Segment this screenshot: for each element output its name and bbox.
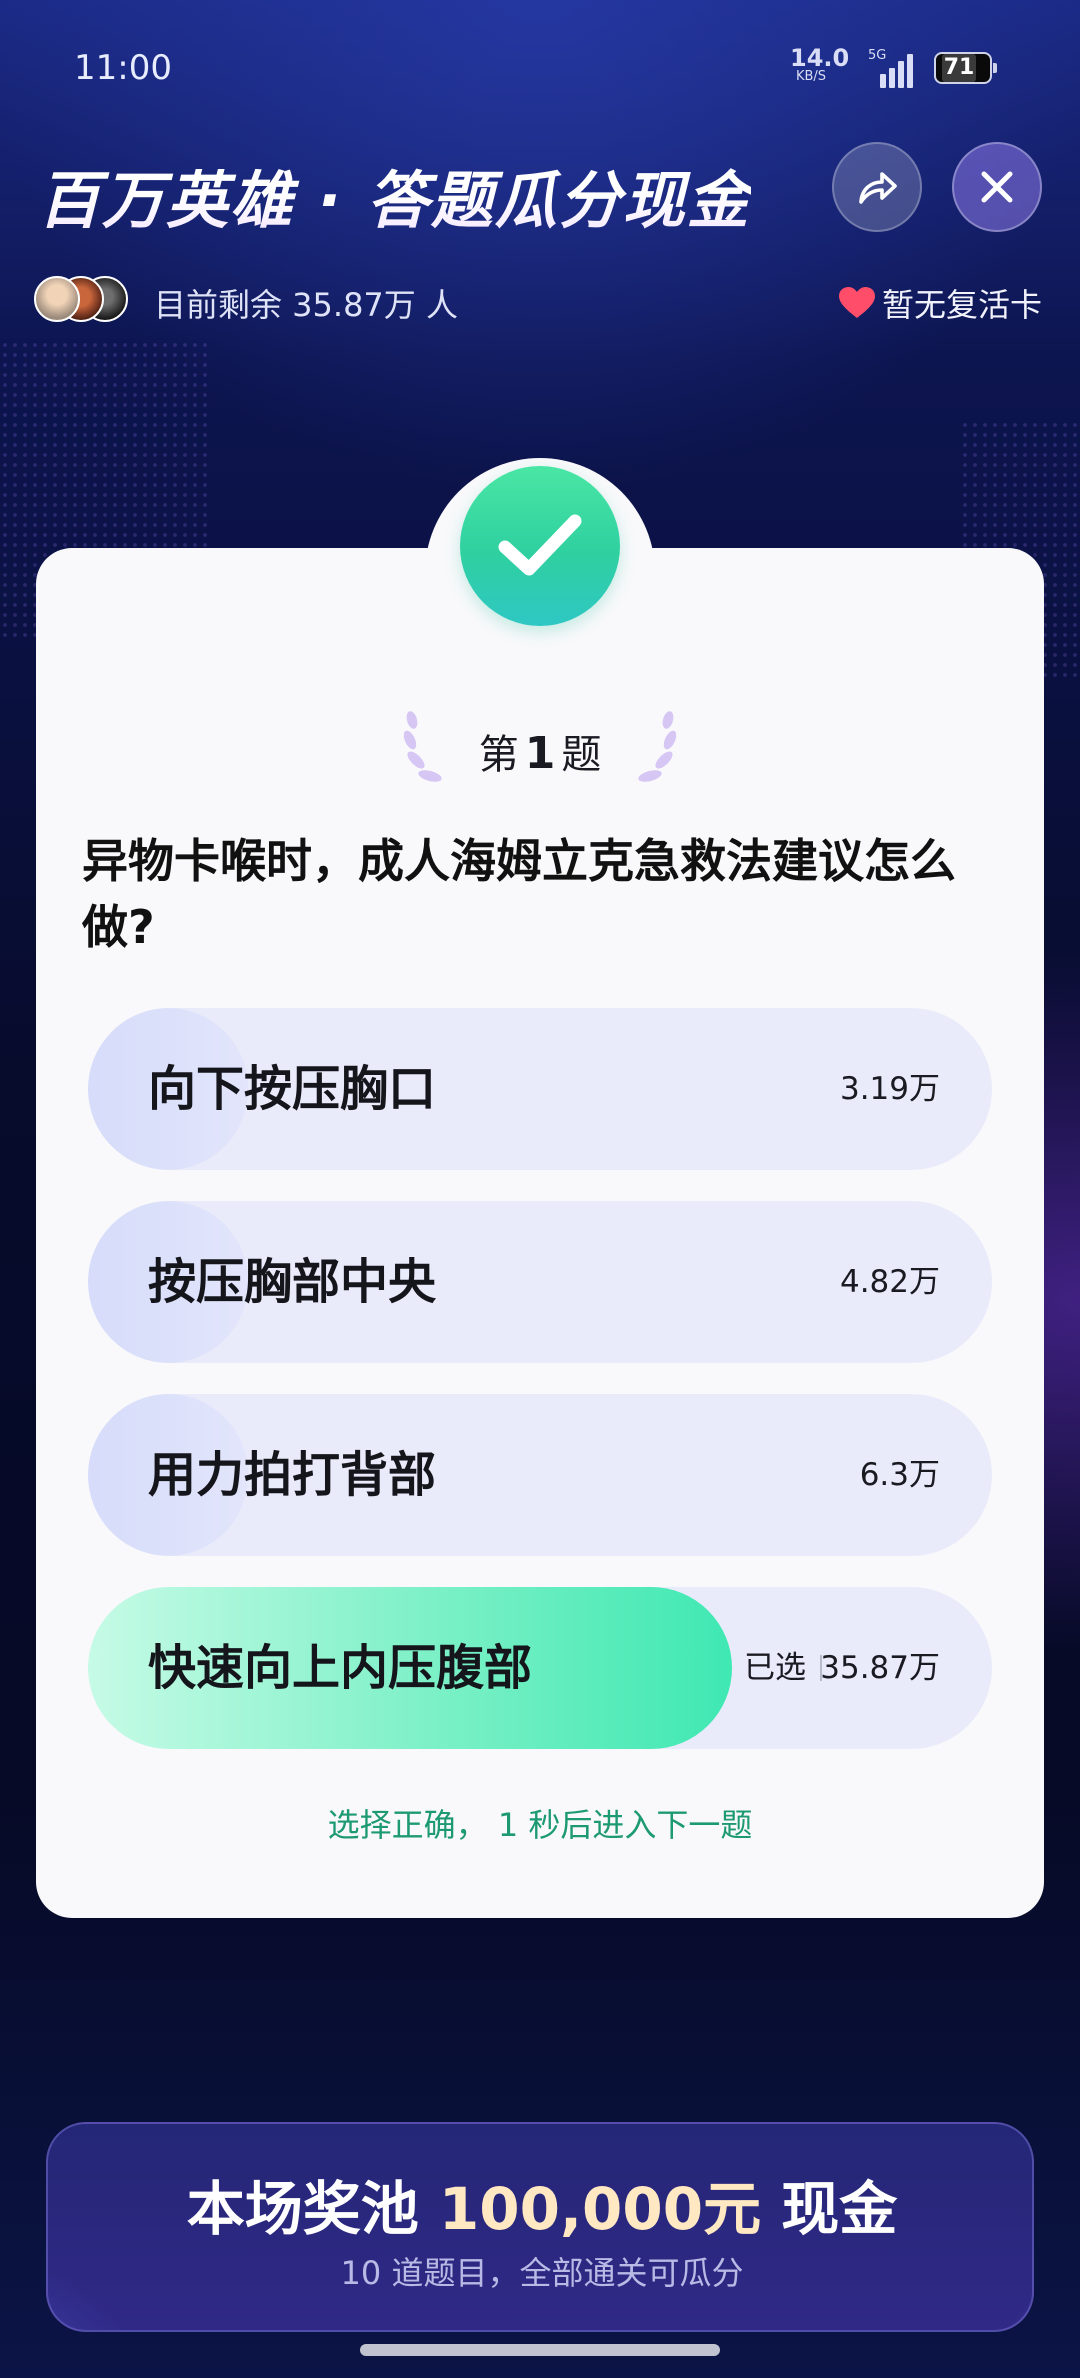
revive-card-label: 暂无复活卡 [881, 286, 1042, 324]
option-vote-count: 3.19万 [839, 1071, 940, 1107]
option-vote-count: 35.87万 [820, 1650, 940, 1686]
remaining-players: 目前剩余 35.87万 人 [154, 286, 458, 324]
share-icon [859, 172, 897, 204]
page-title: 百万英雄 · 答题瓜分现金 [38, 150, 751, 240]
network-type: 5G [868, 48, 887, 63]
status-time: 11:00 [74, 48, 172, 88]
option-label: 向下按压胸口 [148, 1061, 437, 1117]
question-number: 第1题 [0, 722, 1080, 780]
heart-icon [838, 287, 875, 318]
battery-level: 71 [942, 54, 976, 82]
close-icon [981, 171, 1013, 203]
prize-pool-panel: 本场奖池 100,000元 现金 10 道题目，全部通关可瓜分 [46, 2122, 1034, 2332]
revive-card-status[interactable]: 暂无复活卡 [838, 280, 1042, 326]
answer-option-4[interactable]: 快速向上内压腹部 已选 35.87万 [88, 1587, 992, 1749]
question-number-prefix: 第 [478, 732, 519, 778]
share-button[interactable] [832, 142, 922, 232]
result-hint: 选择正确， 1 秒后进入下一题 [327, 1806, 753, 1844]
home-indicator[interactable] [360, 2344, 720, 2356]
selected-badge: 已选 [744, 1650, 806, 1686]
question-number-value: 1 [524, 728, 556, 779]
battery-icon: 71 [934, 52, 997, 84]
participant-avatars [34, 276, 130, 326]
option-vote-count: 6.3万 [859, 1457, 940, 1493]
status-bar: 11:00 14.0 KB/S 5G 71 [0, 0, 1080, 130]
network-speed: 14.0 KB/S [790, 46, 849, 84]
network-speed-value: 14.0 [790, 44, 850, 72]
prize-pool-suffix: 现金 [781, 2175, 898, 2243]
avatar [34, 276, 80, 322]
prize-pool-title: 本场奖池 100,000元 现金 [48, 2162, 1032, 2246]
answer-option-1[interactable]: 向下按压胸口 3.19万 [88, 1008, 992, 1170]
close-button[interactable] [952, 142, 1042, 232]
signal-icon: 5G [868, 48, 916, 88]
option-label: 按压胸部中央 [148, 1254, 437, 1310]
checkmark-icon [498, 514, 582, 576]
question-number-suffix: 题 [561, 732, 602, 778]
correct-badge [460, 466, 620, 626]
answer-option-2[interactable]: 按压胸部中央 4.82万 [88, 1201, 992, 1363]
option-label: 快速向上内压腹部 [148, 1640, 533, 1696]
option-label: 用力拍打背部 [148, 1447, 437, 1503]
prize-pool-subtitle: 10 道题目，全部通关可瓜分 [340, 2254, 744, 2292]
prize-pool-prefix: 本场奖池 [186, 2175, 419, 2243]
question-text: 异物卡喉时，成人海姆立克急救法建议怎么做? [82, 834, 956, 954]
prize-pool-amount: 100,000元 [438, 2175, 762, 2243]
option-vote-count: 4.82万 [839, 1264, 940, 1300]
network-speed-unit: KB/S [795, 69, 827, 84]
answer-option-3[interactable]: 用力拍打背部 6.3万 [88, 1394, 992, 1556]
